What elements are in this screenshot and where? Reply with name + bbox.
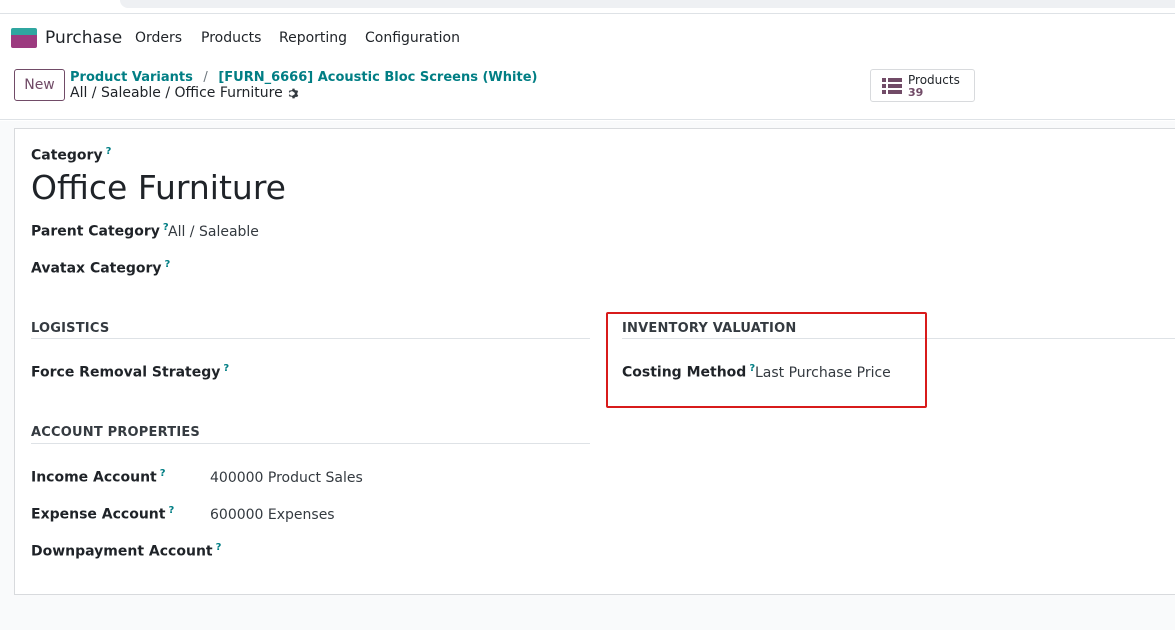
income-account-label: Income Account? <box>31 468 166 486</box>
expense-account-label: Expense Account? <box>31 505 175 523</box>
top-navbar: Purchase Orders Products Reporting Confi… <box>0 15 1175 61</box>
purchase-app-icon[interactable] <box>11 28 37 48</box>
breadcrumb-product[interactable]: [FURN_6666] Acoustic Bloc Screens (White… <box>218 70 537 85</box>
list-icon <box>882 78 902 94</box>
smart-button-count: 39 <box>908 86 924 99</box>
account-properties-section-title: ACCOUNT PROPERTIES <box>31 425 200 440</box>
menu-reporting[interactable]: Reporting <box>279 30 347 46</box>
gear-icon[interactable] <box>287 87 300 100</box>
help-icon[interactable]: ? <box>160 468 166 479</box>
expense-account-field[interactable]: 600000 Expenses <box>210 507 335 523</box>
highlight-box <box>606 312 927 408</box>
logistics-divider <box>31 338 590 339</box>
help-icon[interactable]: ? <box>168 505 174 516</box>
help-icon[interactable]: ? <box>216 542 222 553</box>
help-icon[interactable]: ? <box>165 259 171 270</box>
new-button[interactable]: New <box>14 69 65 101</box>
menu-products[interactable]: Products <box>201 30 261 46</box>
browser-address-bar[interactable] <box>120 0 1175 8</box>
avatax-category-label: Avatax Category? <box>31 259 171 277</box>
parent-category-label: Parent Category? <box>31 222 169 240</box>
income-account-field[interactable]: 400000 Product Sales <box>210 470 363 486</box>
control-panel: New Product Variants / [FURN_6666] Acous… <box>0 61 1175 120</box>
breadcrumb-separator: / <box>203 70 208 85</box>
breadcrumb-product-variants[interactable]: Product Variants <box>70 70 193 85</box>
current-record: All / Saleable / Office Furniture <box>70 85 300 101</box>
help-icon[interactable]: ? <box>106 146 112 157</box>
logistics-section-title: LOGISTICS <box>31 321 110 336</box>
breadcrumb: Product Variants / [FURN_6666] Acoustic … <box>70 70 537 85</box>
products-smart-button[interactable]: Products 39 <box>870 69 975 102</box>
category-name[interactable]: Office Furniture <box>31 168 286 207</box>
downpayment-account-label: Downpayment Account? <box>31 542 222 560</box>
current-record-name: All / Saleable / Office Furniture <box>70 85 283 101</box>
parent-category-field[interactable]: All / Saleable <box>168 224 259 240</box>
help-icon[interactable]: ? <box>223 363 229 374</box>
smart-button-label: Products <box>908 73 960 87</box>
category-label: Category? <box>31 146 112 164</box>
menu-orders[interactable]: Orders <box>135 30 182 46</box>
app-name[interactable]: Purchase <box>45 28 122 48</box>
account-properties-divider <box>31 443 590 444</box>
browser-top-strip <box>0 0 1175 14</box>
force-removal-label: Force Removal Strategy? <box>31 363 230 381</box>
menu-configuration[interactable]: Configuration <box>365 30 460 46</box>
